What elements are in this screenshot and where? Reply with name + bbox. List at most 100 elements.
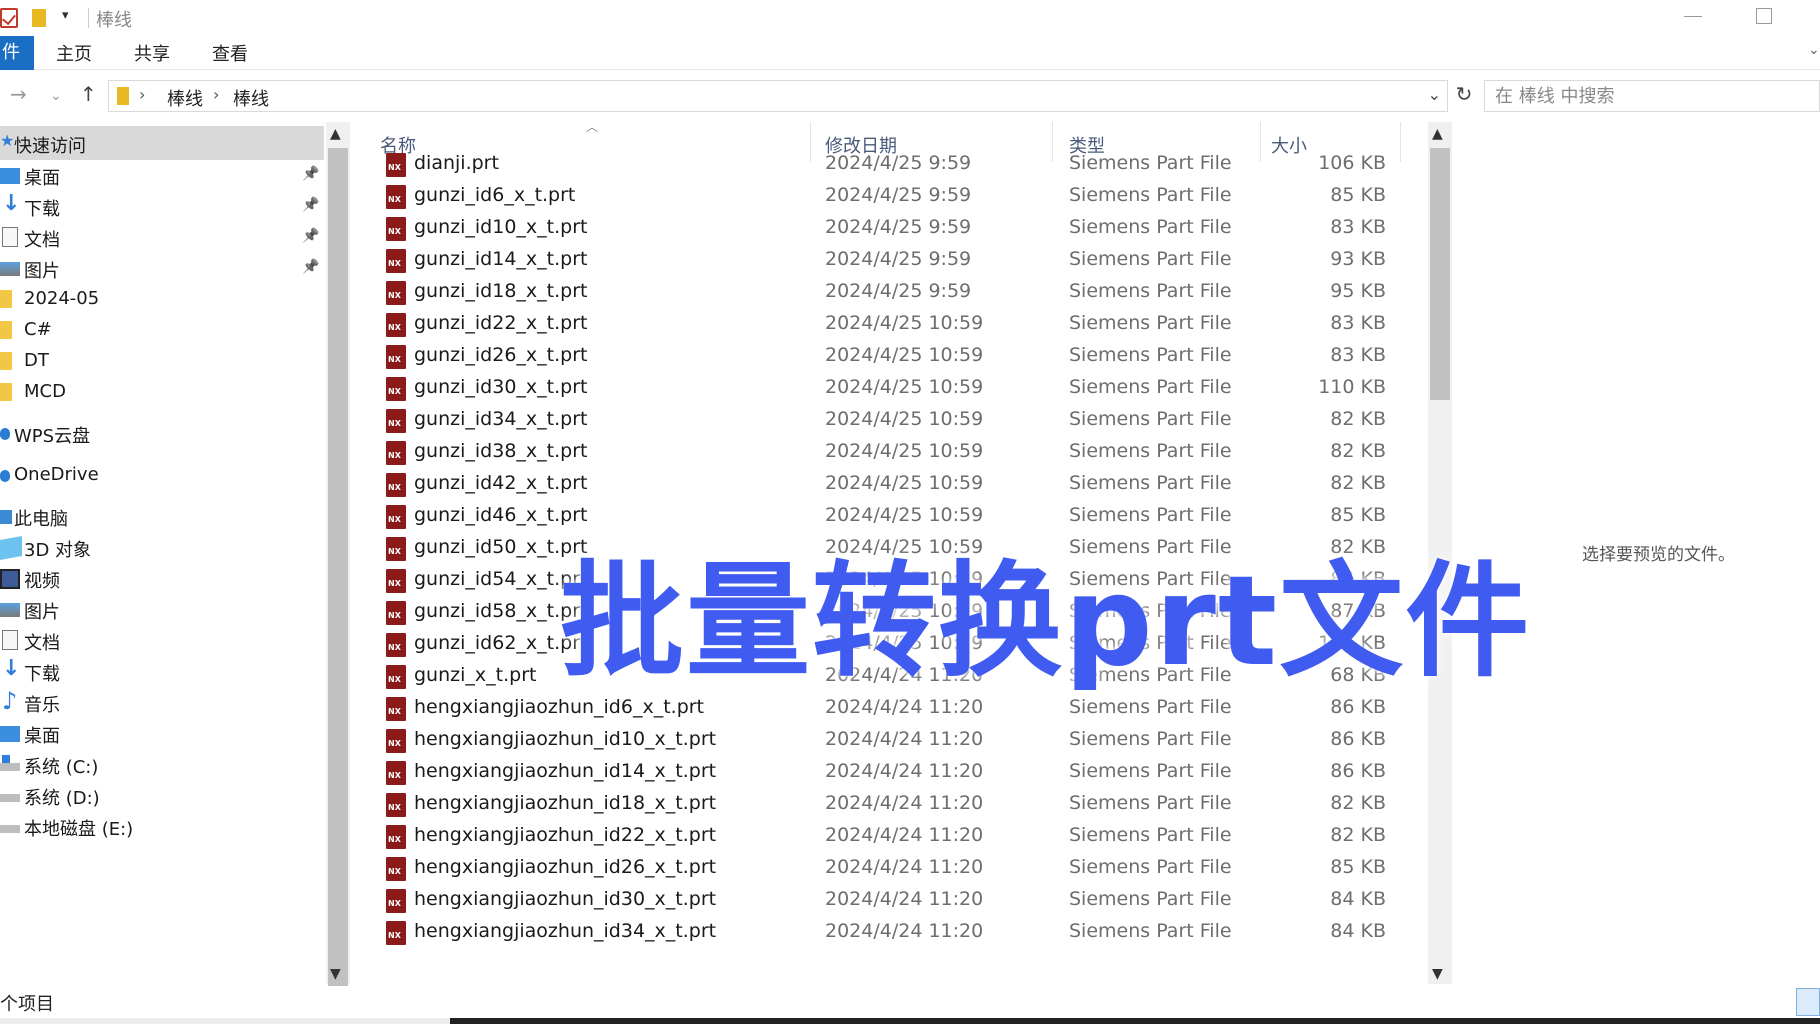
sidebar-item[interactable]: MCD [0,375,324,409]
file-size: 93 KB [1330,248,1386,270]
ribbon-tabs: 件 主页 共享 查看 ⌄ [0,36,1820,70]
ribbon-expand-icon[interactable]: ⌄ [1808,42,1820,58]
sidebar-item[interactable]: 视频 [0,561,324,595]
file-row[interactable]: NX gunzi_id42_x_t.prt 2024/4/25 10:59 Sieme… [350,468,1430,500]
scroll-down-icon[interactable]: ▼ [330,966,341,982]
tab-home[interactable]: 主页 [56,40,92,66]
sidebar-item-label: 此电脑 [14,509,68,530]
nx-part-file-icon: NX [386,409,406,433]
file-icon-label: NX [388,707,401,716]
file-row[interactable]: NX gunzi_id6_x_t.prt 2024/4/25 9:59 Siemens… [350,180,1430,212]
breadcrumb-separator-icon[interactable]: › [213,85,219,104]
breadcrumb-item[interactable]: 棒线 [233,85,269,111]
file-icon-label: NX [388,291,401,300]
scrollbar-thumb[interactable] [1430,148,1450,400]
file-row[interactable]: NX hengxiangjiaozhun_id10_x_t.prt 2024/4/2… [350,724,1430,756]
file-icon-label: NX [388,739,401,748]
sidebar-item[interactable]: 图片 [0,592,324,626]
pin-icon[interactable]: 📌 [302,259,319,275]
file-row[interactable]: NX gunzi_id34_x_t.prt 2024/4/25 10:59 Sieme… [350,404,1430,436]
recent-locations-dropdown-icon[interactable]: ⌄ [50,88,62,104]
file-type: Siemens Part File [1069,184,1232,206]
sidebar-item[interactable]: 系统 (C:) [0,747,324,781]
document-icon [2,227,18,247]
sidebar-item[interactable]: 桌面 📌 [0,158,324,192]
file-row[interactable]: NX gunzi_id30_x_t.prt 2024/4/25 10:59 Sieme… [350,372,1430,404]
sidebar-item[interactable]: 本地磁盘 (E:) [0,809,324,843]
address-bar[interactable]: › 棒线 › 棒线 ⌄ [108,80,1448,112]
sidebar-item-label: 快速访问 [14,136,86,157]
sidebar-item[interactable]: 桌面 [0,716,324,750]
sidebar-item[interactable]: 3D 对象 [0,530,324,564]
search-input[interactable] [1485,81,1819,111]
sidebar-item[interactable]: 文档 📌 [0,220,324,254]
file-row[interactable]: NX hengxiangjiaozhun_id34_x_t.prt 2024/4/2… [350,916,1430,948]
pin-icon[interactable]: 📌 [302,166,319,182]
restore-button[interactable] [1756,8,1772,24]
sidebar-item[interactable]: WPS云盘 [0,416,324,450]
scroll-up-icon[interactable]: ▲ [330,126,341,142]
file-date: 2024/4/25 10:59 [825,312,984,334]
sidebar-item[interactable]: C# [0,313,324,347]
file-row[interactable]: NX gunzi_id10_x_t.prt 2024/4/25 9:59 Siemen… [350,212,1430,244]
sidebar-item[interactable]: 系统 (D:) [0,778,324,812]
sidebar-item[interactable]: 此电脑 [0,499,324,533]
quick-access-dropdown-icon[interactable]: ▾ [62,8,69,23]
address-dropdown-icon[interactable]: ⌄ [1428,85,1441,104]
properties-check-icon[interactable] [0,8,18,28]
new-folder-icon[interactable] [32,9,46,27]
file-row[interactable]: NX dianji.prt 2024/4/25 9:59 Siemens Part F… [350,148,1430,180]
file-row[interactable]: NX hengxiangjiaozhun_id30_x_t.prt 2024/4/2… [350,884,1430,916]
pin-icon[interactable]: 📌 [302,228,319,244]
breadcrumb-separator-icon[interactable]: › [139,85,145,104]
tab-share[interactable]: 共享 [134,40,170,66]
folder-icon [0,383,12,401]
file-row[interactable]: NX gunzi_id22_x_t.prt 2024/4/25 10:59 Sieme… [350,308,1430,340]
file-row[interactable]: NX gunzi_id14_x_t.prt 2024/4/25 9:59 Siemen… [350,244,1430,276]
nx-part-file-icon: NX [386,889,406,913]
sidebar-item[interactable]: 快速访问 [0,126,324,160]
file-row[interactable]: NX gunzi_id38_x_t.prt 2024/4/25 10:59 Sieme… [350,436,1430,468]
file-name: hengxiangjiaozhun_id26_x_t.prt [414,856,717,878]
breadcrumb-item[interactable]: 棒线 [167,85,203,111]
details-view-icon[interactable] [1796,988,1820,1016]
tab-view[interactable]: 查看 [212,40,248,66]
file-row[interactable]: NX gunzi_id26_x_t.prt 2024/4/25 10:59 Sieme… [350,340,1430,372]
file-size: 86 KB [1330,760,1386,782]
tab-file[interactable]: 件 [0,36,34,70]
sidebar-item-label: 文档 [24,633,60,654]
sidebar-item[interactable]: OneDrive [0,458,324,492]
sidebar-item[interactable]: 文档 [0,623,324,657]
sidebar-item[interactable]: 下载 [0,654,324,688]
sidebar-item[interactable]: 2024-05 [0,282,324,316]
minimize-button[interactable] [1684,16,1702,17]
refresh-icon[interactable]: ↻ [1450,82,1478,110]
file-name: gunzi_id42_x_t.prt [414,472,588,494]
file-icon-label: NX [388,483,401,492]
search-box[interactable] [1484,80,1820,112]
scroll-up-icon[interactable]: ▲ [1432,126,1443,142]
pin-icon[interactable]: 📌 [302,197,319,213]
file-name: dianji.prt [414,152,499,174]
folder-icon [117,87,129,105]
sidebar-item[interactable]: 下载 📌 [0,189,324,223]
scroll-down-icon[interactable]: ▼ [1432,966,1443,982]
file-row[interactable]: NX hengxiangjiaozhun_id18_x_t.prt 2024/4/2… [350,788,1430,820]
file-name: hengxiangjiaozhun_id22_x_t.prt [414,824,717,846]
back-arrow-icon[interactable]: → [10,82,27,106]
sidebar-item[interactable]: 音乐 [0,685,324,719]
navigation-pane-scrollbar[interactable]: ▲ ▼ [326,122,350,1002]
sidebar-item[interactable]: 图片 📌 [0,251,324,285]
scrollbar-thumb[interactable] [328,148,348,1002]
file-size: 110 KB [1318,376,1386,398]
file-icon-label: NX [388,227,401,236]
file-name: hengxiangjiaozhun_id30_x_t.prt [414,888,717,910]
file-row[interactable]: NX gunzi_id18_x_t.prt 2024/4/25 9:59 Siemen… [350,276,1430,308]
sidebar-item[interactable]: DT [0,344,324,378]
file-row[interactable]: NX hengxiangjiaozhun_id14_x_t.prt 2024/4/2… [350,756,1430,788]
file-row[interactable]: NX hengxiangjiaozhun_id22_x_t.prt 2024/4/2… [350,820,1430,852]
bottom-strip [0,1018,1820,1024]
up-arrow-icon[interactable]: ↑ [80,82,97,106]
file-row[interactable]: NX hengxiangjiaozhun_id26_x_t.prt 2024/4/2… [350,852,1430,884]
nx-part-file-icon: NX [386,185,406,209]
